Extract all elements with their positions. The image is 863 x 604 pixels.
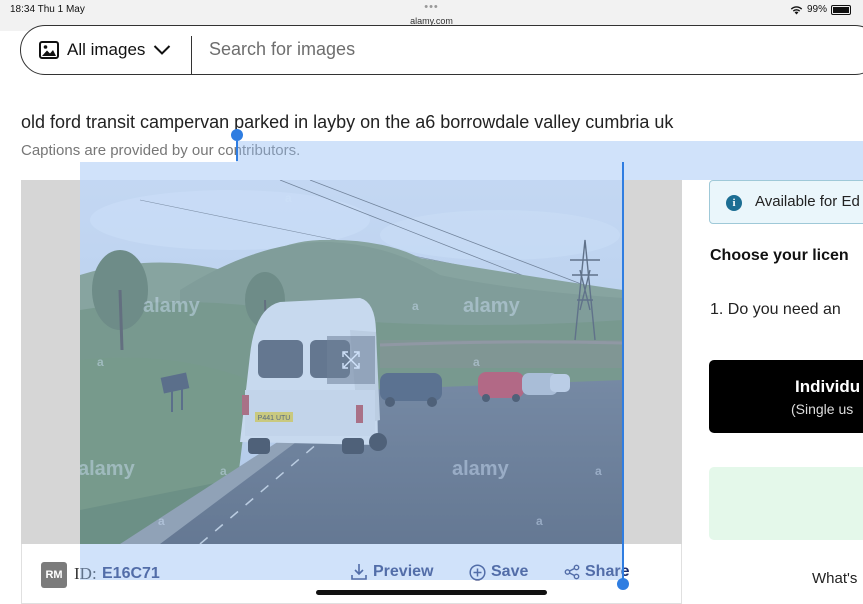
save-button[interactable]: Save	[469, 563, 528, 581]
share-icon	[564, 564, 580, 580]
individual-subtitle: (Single us	[791, 401, 854, 417]
individual-title: Individu	[795, 377, 861, 396]
preview-button[interactable]: Preview	[350, 563, 433, 581]
preview-label: Preview	[373, 563, 434, 580]
svg-text:a: a	[158, 514, 165, 528]
save-label: Save	[491, 563, 529, 580]
battery-icon	[831, 4, 851, 15]
filter-label: All images	[67, 40, 146, 59]
svg-text:a: a	[473, 355, 480, 369]
svg-text:a: a	[412, 299, 419, 313]
wifi-icon	[790, 5, 803, 14]
availability-notice: i Available for Ed	[709, 180, 863, 224]
chevron-down-icon	[154, 45, 171, 55]
expand-image-button[interactable]	[327, 336, 375, 384]
license-heading: Choose your licen	[710, 247, 849, 264]
svg-text:a: a	[595, 464, 602, 478]
download-icon	[351, 564, 367, 580]
image-type-dropdown[interactable]: All images	[39, 40, 171, 60]
image-caption: old ford transit campervan parked in lay…	[21, 112, 674, 132]
battery-percent: 99%	[806, 4, 827, 15]
text-selection-highlight	[80, 162, 863, 180]
plus-circle-icon	[469, 563, 486, 581]
image-icon	[39, 41, 59, 59]
status-indicators: 99%	[790, 4, 851, 15]
license-option-box[interactable]	[709, 467, 863, 540]
search-divider	[191, 36, 192, 74]
svg-text:a: a	[285, 191, 292, 205]
selection-start-handle[interactable]	[231, 129, 243, 141]
svg-text:a: a	[536, 514, 543, 528]
image-id: E16C71	[102, 565, 160, 582]
svg-text:alamy: alamy	[463, 295, 521, 317]
multitasking-dots[interactable]: •••	[0, 1, 863, 13]
selection-end-caret[interactable]	[622, 162, 624, 582]
svg-text:a: a	[97, 355, 104, 369]
home-indicator[interactable]	[316, 590, 547, 595]
whats-link[interactable]: What's	[812, 570, 857, 587]
svg-text:alamy: alamy	[80, 458, 136, 480]
caption-note: Captions are provided by our contributor…	[21, 142, 301, 159]
svg-text:a: a	[220, 464, 227, 478]
expand-icon	[342, 351, 360, 369]
individual-license-button[interactable]: Individu (Single us	[709, 360, 863, 433]
availability-text: Available for Ed	[755, 193, 860, 210]
id-label: ID:	[74, 564, 97, 583]
selection-end-handle[interactable]	[617, 578, 629, 590]
rights-managed-badge: RM	[41, 562, 67, 588]
text-selection-highlight	[236, 141, 863, 162]
search-bar: All images	[20, 25, 863, 75]
svg-text:alamy: alamy	[452, 458, 510, 480]
info-icon: i	[726, 195, 742, 211]
image-footer: RM ID: E16C71 Preview Save Share	[21, 544, 682, 604]
svg-text:P441 UTU: P441 UTU	[258, 415, 291, 422]
license-question: 1. Do you need an	[710, 301, 841, 318]
svg-text:alamy: alamy	[143, 295, 201, 317]
selection-start-caret[interactable]	[236, 141, 238, 161]
search-input[interactable]	[207, 38, 811, 61]
